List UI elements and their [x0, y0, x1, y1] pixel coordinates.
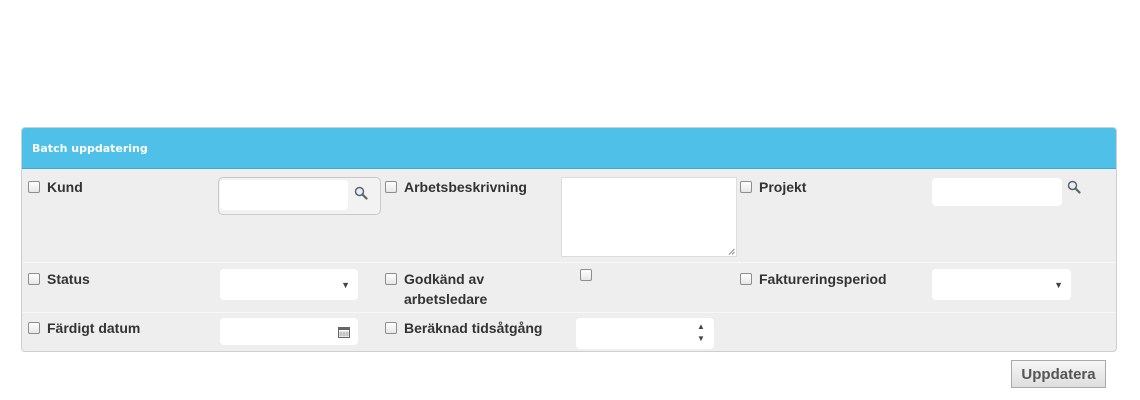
- form-row-2: Status ▼ Godkänd av arbetsledare Fakture…: [22, 262, 1116, 311]
- faktureringsperiod-field-label: Faktureringsperiod: [740, 269, 887, 289]
- panel-title: Batch uppdatering: [32, 141, 148, 155]
- status-label: Status: [47, 271, 90, 287]
- beraknad-tid-field-label: Beräknad tidsåtgång: [385, 318, 542, 338]
- panel-header: Batch uppdatering: [22, 128, 1116, 169]
- resize-handle-icon[interactable]: [728, 248, 735, 255]
- arbetsbeskrivning-textarea-wrap: [561, 177, 737, 257]
- kund-search-field: [218, 177, 381, 215]
- kund-field-label: Kund: [28, 177, 83, 197]
- projekt-field-label: Projekt: [740, 177, 806, 197]
- faktureringsperiod-select[interactable]: ▼: [932, 269, 1071, 300]
- arbetsbeskrivning-label: Arbetsbeskrivning: [404, 179, 527, 195]
- godkand-label-line1: Godkänd av: [404, 271, 485, 287]
- projekt-checkbox[interactable]: [740, 181, 752, 193]
- arbetsbeskrivning-checkbox[interactable]: [385, 181, 397, 193]
- chevron-down-icon: ▼: [1054, 280, 1063, 290]
- faktureringsperiod-checkbox[interactable]: [740, 273, 752, 285]
- batch-update-panel: Batch uppdatering Kund Arbetsbeskrivning: [21, 127, 1117, 352]
- status-checkbox[interactable]: [28, 273, 40, 285]
- status-field-label: Status: [28, 269, 90, 289]
- fardigt-datum-label: Färdigt datum: [47, 320, 141, 336]
- status-select[interactable]: ▼: [220, 269, 358, 300]
- godkand-field-label: Godkänd av arbetsledare: [385, 269, 487, 309]
- fardigt-datum-checkbox[interactable]: [28, 322, 40, 334]
- godkand-label: Godkänd av arbetsledare: [404, 269, 487, 309]
- kund-input[interactable]: [220, 180, 348, 210]
- fardigt-datum-field-label: Färdigt datum: [28, 318, 140, 338]
- kund-label: Kund: [47, 179, 83, 195]
- beraknad-tid-label: Beräknad tidsåtgång: [404, 320, 543, 336]
- beraknad-tid-input-wrap: ▲ ▼: [576, 318, 714, 349]
- kund-checkbox[interactable]: [28, 181, 40, 193]
- beraknad-tid-checkbox[interactable]: [385, 322, 397, 334]
- update-button[interactable]: Uppdatera: [1011, 360, 1106, 388]
- form-row-3: Färdigt datum Beräknad tidsåtgång ▲ ▼: [22, 312, 1116, 351]
- arbetsbeskrivning-textarea[interactable]: [562, 178, 736, 256]
- kund-input-wrap: [220, 180, 348, 210]
- search-icon[interactable]: [354, 186, 368, 200]
- godkand-value-checkbox[interactable]: [580, 269, 592, 281]
- godkand-include-checkbox[interactable]: [385, 273, 397, 285]
- search-icon[interactable]: [1067, 180, 1081, 194]
- faktureringsperiod-label: Faktureringsperiod: [759, 271, 887, 287]
- calendar-icon[interactable]: [338, 326, 350, 338]
- godkand-label-line2: arbetsledare: [404, 291, 488, 307]
- projekt-label: Projekt: [759, 179, 807, 195]
- projekt-input-wrap: [932, 178, 1062, 206]
- fardigt-datum-input-wrap: [220, 318, 358, 345]
- chevron-down-icon: ▼: [341, 280, 350, 290]
- beraknad-tid-input[interactable]: [576, 318, 714, 349]
- spinner-icon[interactable]: ▲ ▼: [696, 321, 706, 345]
- arbetsbeskrivning-field-label: Arbetsbeskrivning: [385, 177, 527, 197]
- form-row-1: Kund Arbetsbeskrivning Projekt: [22, 169, 1116, 261]
- projekt-input[interactable]: [932, 178, 1062, 206]
